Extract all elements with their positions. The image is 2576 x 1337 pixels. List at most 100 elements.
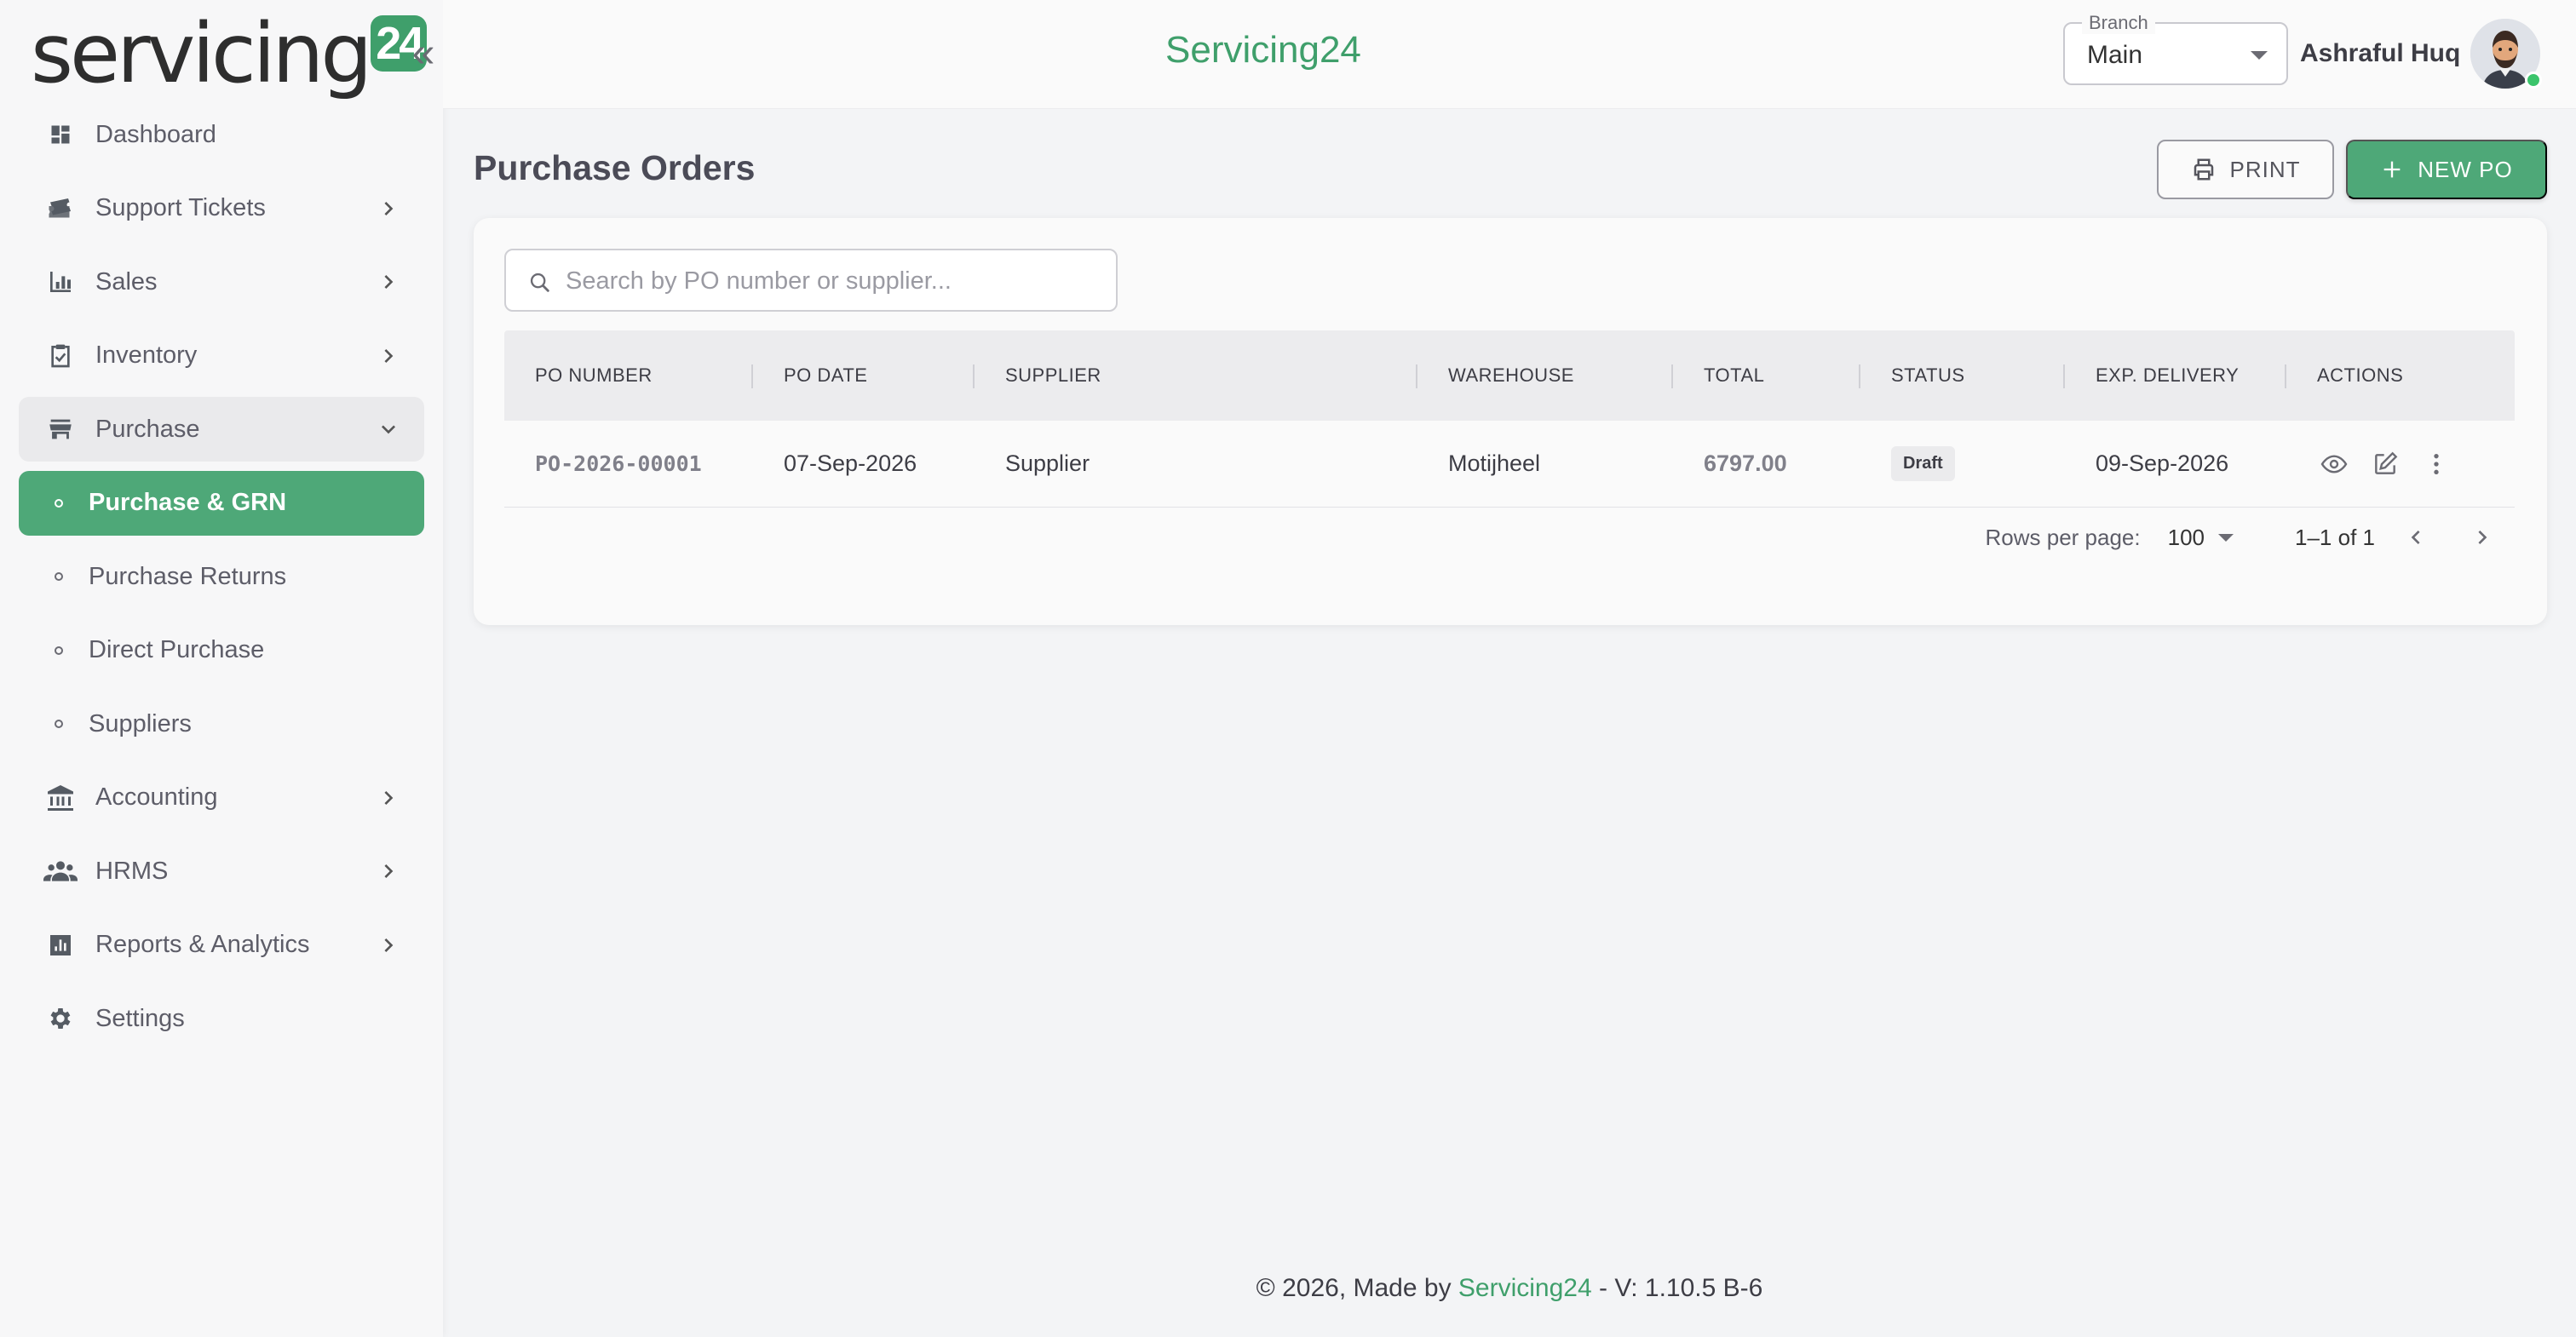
new-po-button[interactable]: NEW PO xyxy=(2346,140,2547,199)
bullet-icon xyxy=(55,720,63,728)
sidebar-item-label: Purchase & GRN xyxy=(89,489,287,516)
analytics-icon xyxy=(43,927,78,963)
chevron-down-icon xyxy=(382,425,395,434)
sidebar-item-dashboard[interactable]: Dashboard xyxy=(19,102,424,167)
sidebar-item-sales[interactable]: Sales xyxy=(19,250,424,314)
cell-supplier: Supplier xyxy=(1005,450,1090,476)
clipboard-check-icon xyxy=(43,338,78,374)
sidebar-item-label: Direct Purchase xyxy=(89,636,265,663)
footer-brand-link[interactable]: Servicing24 xyxy=(1458,1274,1592,1302)
sidebar-item-label: Sales xyxy=(95,267,158,296)
sidebar: servicing 24 « Dashboard Support Tickets… xyxy=(0,0,443,1337)
view-icon[interactable] xyxy=(2317,447,2351,481)
sidebar-item-purchase[interactable]: Purchase xyxy=(19,397,424,462)
print-button[interactable]: PRINT xyxy=(2157,140,2334,199)
branch-label: Branch xyxy=(2082,12,2155,34)
gear-icon xyxy=(43,1001,78,1036)
sidebar-item-accounting[interactable]: Accounting xyxy=(19,766,424,830)
sidebar-subitem-purchase-grn[interactable]: Purchase & GRN xyxy=(19,470,424,536)
caret-down-icon xyxy=(2251,51,2268,60)
bank-icon xyxy=(43,780,78,816)
sidebar-item-label: Reports & Analytics xyxy=(95,931,310,958)
sidebar-item-support-tickets[interactable]: Support Tickets xyxy=(19,176,424,241)
app-title: Servicing24 xyxy=(1165,29,1361,71)
pagination-range: 1–1 of 1 xyxy=(2295,524,2375,550)
sidebar-item-inventory[interactable]: Inventory xyxy=(19,324,424,388)
purchase-orders-table: PO NUMBER PO DATE SUPPLIER WAREHOUSE TOT… xyxy=(504,330,2515,508)
search-box[interactable] xyxy=(504,249,1118,312)
chevron-right-icon xyxy=(384,864,394,878)
printer-icon xyxy=(2194,158,2213,181)
chevron-right-icon xyxy=(384,201,394,215)
column-header-total[interactable]: TOTAL xyxy=(1673,330,1860,421)
sidebar-item-label: Support Tickets xyxy=(95,194,266,221)
column-header-po-number[interactable]: PO NUMBER xyxy=(504,330,753,421)
sidebar-item-label: Purchase Returns xyxy=(89,562,287,590)
chevron-right-icon xyxy=(384,348,394,363)
status-badge: Draft xyxy=(1891,446,1955,481)
column-header-exp-delivery[interactable]: EXP. DELIVERY xyxy=(2065,330,2286,421)
online-status-icon xyxy=(2525,72,2542,89)
sidebar-item-reports-analytics[interactable]: Reports & Analytics xyxy=(19,913,424,978)
cell-actions xyxy=(2286,421,2515,508)
branch-select[interactable]: Branch Main xyxy=(2063,12,2288,85)
collapse-sidebar-icon[interactable]: « xyxy=(402,32,445,75)
chevron-right-icon xyxy=(384,275,394,289)
chevron-left-icon xyxy=(2411,531,2420,544)
cell-warehouse: Motijheel xyxy=(1448,450,1541,476)
sidebar-subitem-direct-purchase[interactable]: Direct Purchase xyxy=(19,618,424,683)
bar-chart-icon xyxy=(43,264,78,300)
search-icon xyxy=(530,273,549,292)
people-icon xyxy=(43,853,78,889)
column-header-po-date[interactable]: PO DATE xyxy=(753,330,975,421)
sidebar-nav: Dashboard Support Tickets Sales Inventor… xyxy=(19,102,424,1060)
column-header-supplier[interactable]: SUPPLIER xyxy=(975,330,1417,421)
store-icon xyxy=(43,411,78,447)
sidebar-item-settings[interactable]: Settings xyxy=(19,986,424,1051)
rows-per-page-label: Rows per page: xyxy=(1985,524,2141,550)
table-row[interactable]: PO-2026-00001 07-Sep-2026 Supplier Motij… xyxy=(504,421,2515,508)
branch-value: Main xyxy=(2087,41,2143,69)
prev-page-button[interactable] xyxy=(2392,514,2440,561)
chevron-right-icon xyxy=(2478,531,2487,544)
new-po-label: NEW PO xyxy=(2418,156,2513,182)
purchase-orders-card: PO NUMBER PO DATE SUPPLIER WAREHOUSE TOT… xyxy=(474,218,2547,625)
caret-down-icon xyxy=(2218,533,2234,542)
logo-text: servicing xyxy=(31,6,372,101)
search-input[interactable] xyxy=(566,262,1094,300)
rows-per-page-value: 100 xyxy=(2167,524,2205,550)
table-pagination: Rows per page: 100 1–1 of 1 xyxy=(504,511,2515,564)
footer-prefix: © 2026, Made by xyxy=(1256,1274,1458,1302)
footer: © 2026, Made by Servicing24 - V: 1.10.5 … xyxy=(443,1274,2576,1303)
cell-exp-delivery: 09-Sep-2026 xyxy=(2096,450,2229,476)
sidebar-item-label: Purchase xyxy=(95,415,200,443)
sidebar-item-hrms[interactable]: HRMS xyxy=(19,839,424,904)
sidebar-item-label: HRMS xyxy=(95,857,169,885)
next-page-button[interactable] xyxy=(2458,514,2506,561)
sidebar-item-label: Inventory xyxy=(95,341,198,369)
bullet-icon xyxy=(55,572,63,581)
print-label: PRINT xyxy=(2229,156,2301,182)
sidebar-subitem-purchase-returns[interactable]: Purchase Returns xyxy=(19,544,424,609)
sidebar-subitem-suppliers[interactable]: Suppliers xyxy=(19,691,424,756)
more-vertical-icon[interactable] xyxy=(2419,447,2453,481)
column-header-warehouse[interactable]: WAREHOUSE xyxy=(1417,330,1673,421)
column-header-status[interactable]: STATUS xyxy=(1860,330,2065,421)
cell-po-number: PO-2026-00001 xyxy=(535,451,702,476)
sidebar-item-label: Suppliers xyxy=(89,709,192,737)
top-header: Servicing24 Branch Main Ashraful Huq xyxy=(443,0,2576,109)
column-header-actions: ACTIONS xyxy=(2317,364,2404,386)
bullet-icon xyxy=(55,498,63,508)
dashboard-icon xyxy=(43,117,78,152)
chevron-right-icon xyxy=(384,790,394,805)
chevron-right-icon xyxy=(384,938,394,952)
edit-icon[interactable] xyxy=(2368,447,2402,481)
cell-total: 6797.00 xyxy=(1704,450,1787,476)
page-title: Purchase Orders xyxy=(474,148,756,187)
user-name[interactable]: Ashraful Huq xyxy=(2300,39,2460,68)
sidebar-item-label: Dashboard xyxy=(95,120,216,148)
logo[interactable]: servicing 24 xyxy=(31,6,428,101)
rows-per-page-select[interactable]: 100 xyxy=(2168,525,2234,551)
sidebar-item-label: Settings xyxy=(95,1004,185,1032)
footer-version: - V: 1.10.5 B-6 xyxy=(1591,1274,1763,1302)
